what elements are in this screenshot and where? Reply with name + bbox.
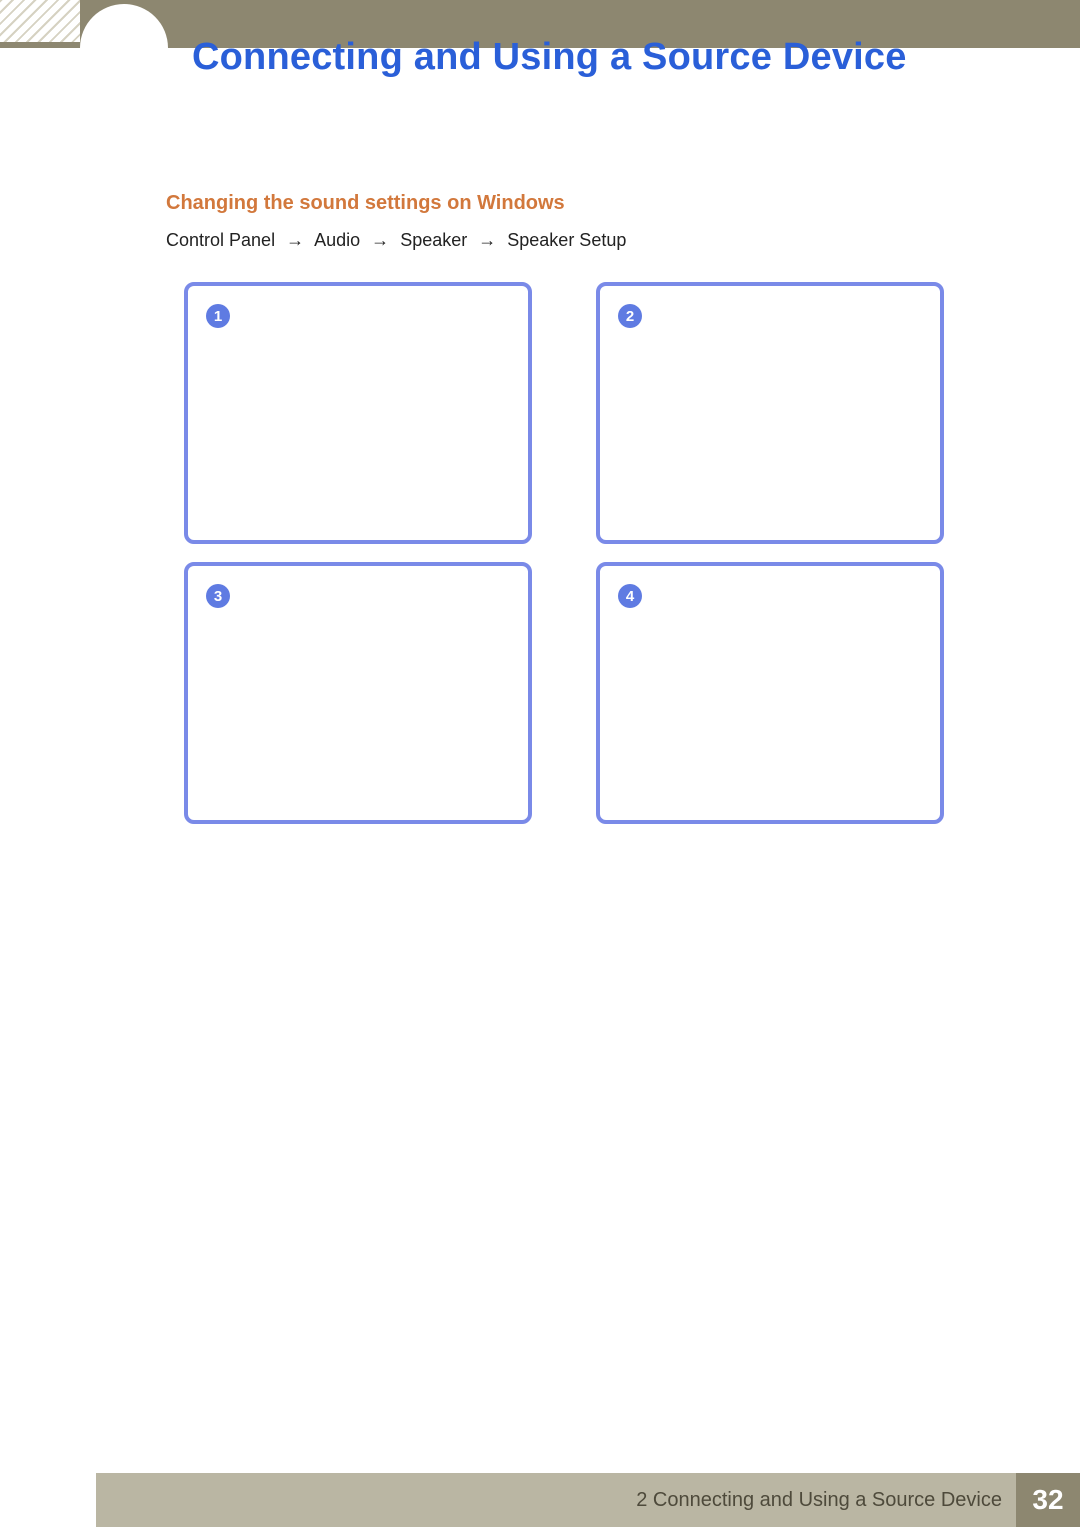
breadcrumb: Control Panel → Audio → Speaker → Speake… (166, 230, 626, 251)
step-box: 3 (184, 562, 532, 824)
step-box: 4 (596, 562, 944, 824)
footer-chapter-ref: 2 Connecting and Using a Source Device (636, 1489, 1016, 1512)
page-number: 32 (1016, 1473, 1080, 1527)
step-number-badge: 4 (618, 584, 642, 608)
breadcrumb-item: Audio (314, 230, 360, 250)
step-number-badge: 3 (206, 584, 230, 608)
document-page: Connecting and Using a Source Device Cha… (0, 0, 1080, 1527)
breadcrumb-item: Speaker (400, 230, 467, 250)
section-heading: Changing the sound settings on Windows (166, 192, 565, 215)
step-box: 1 (184, 282, 532, 544)
header-hatch-decoration (0, 0, 80, 42)
step-number-badge: 2 (618, 304, 642, 328)
step-number-badge: 1 (206, 304, 230, 328)
footer-bar: 2 Connecting and Using a Source Device 3… (96, 1473, 1080, 1527)
arrow-right-icon: → (286, 230, 304, 251)
arrow-right-icon: → (371, 230, 389, 251)
chapter-title: Connecting and Using a Source Device (192, 36, 907, 79)
chapter-number-badge (80, 4, 168, 92)
breadcrumb-item: Speaker Setup (507, 230, 626, 250)
steps-grid: 1 2 3 4 (184, 282, 944, 824)
step-box: 2 (596, 282, 944, 544)
breadcrumb-item: Control Panel (166, 230, 275, 250)
arrow-right-icon: → (478, 230, 496, 251)
